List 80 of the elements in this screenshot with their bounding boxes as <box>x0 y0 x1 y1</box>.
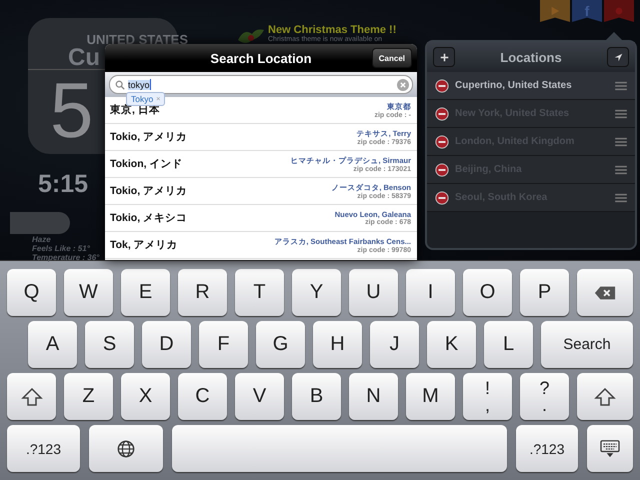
letter-key[interactable]: U <box>349 269 398 316</box>
letter-key[interactable]: S <box>85 321 134 368</box>
letter-key[interactable]: N <box>349 373 398 420</box>
location-name: Cupertino, United States <box>455 80 572 91</box>
country-label: UNITED STATES <box>86 32 188 47</box>
result-name: Tokio, アメリカ <box>110 184 188 198</box>
ribbon-tab[interactable] <box>540 0 570 22</box>
location-row[interactable]: Cupertino, United States <box>427 72 635 100</box>
letter-key[interactable]: E <box>121 269 170 316</box>
keyboard-hide-icon <box>599 440 621 458</box>
numbers-key[interactable]: .?123 <box>7 425 80 472</box>
news-title: New Christmas Theme !! <box>268 24 396 36</box>
search-field[interactable]: tokyo <box>109 75 413 94</box>
flip-digit: 5 <box>50 70 94 150</box>
result-name: Tokio, メキシコ <box>110 211 188 225</box>
popover-title: Locations <box>500 50 562 64</box>
condition-text: Temperature : 36° <box>32 253 100 262</box>
letter-key[interactable]: C <box>178 373 227 420</box>
punctuation-key[interactable]: ? . <box>520 373 569 420</box>
letter-key[interactable]: Z <box>64 373 113 420</box>
letter-key[interactable]: G <box>256 321 305 368</box>
letter-key[interactable]: J <box>370 321 419 368</box>
letter-key[interactable]: I <box>406 269 455 316</box>
letter-key[interactable]: D <box>142 321 191 368</box>
result-name: Tok, アメリカ <box>110 238 178 252</box>
reorder-icon[interactable] <box>615 108 627 118</box>
letter-key[interactable]: M <box>406 373 455 420</box>
add-button[interactable] <box>433 47 455 67</box>
letter-key[interactable]: Y <box>292 269 341 316</box>
letter-key[interactable]: W <box>64 269 113 316</box>
letter-key[interactable]: X <box>121 373 170 420</box>
plus-icon <box>440 52 448 62</box>
reorder-icon[interactable] <box>615 80 627 90</box>
letter-key[interactable]: P <box>520 269 569 316</box>
backspace-key[interactable] <box>577 269 633 316</box>
delete-icon[interactable] <box>435 78 449 92</box>
letter-key[interactable]: R <box>178 269 227 316</box>
condition-text: Haze <box>32 235 52 244</box>
punctuation-key[interactable]: ! , <box>463 373 512 420</box>
letter-key[interactable]: V <box>235 373 284 420</box>
current-location-button[interactable] <box>607 47 629 67</box>
delete-icon[interactable] <box>435 134 449 148</box>
shift-key[interactable] <box>577 373 633 420</box>
globe-icon <box>115 440 137 458</box>
globe-key[interactable] <box>89 425 163 472</box>
dialog-title: Search Location <box>210 50 312 66</box>
letter-key[interactable]: T <box>235 269 284 316</box>
result-name: Tokio, アメリカ <box>110 130 188 144</box>
result-name: Tokion, インド <box>110 157 182 171</box>
dot-icon <box>614 6 624 16</box>
reorder-icon[interactable] <box>615 136 627 146</box>
shift-icon <box>594 388 616 406</box>
numbers-key[interactable]: .?123 <box>516 425 578 472</box>
letter-key[interactable]: A <box>28 321 77 368</box>
shift-icon <box>20 388 42 406</box>
letter-key[interactable]: O <box>463 269 512 316</box>
hide-keyboard-key[interactable] <box>587 425 633 472</box>
shift-key[interactable] <box>7 373 56 420</box>
reorder-icon[interactable] <box>615 192 627 202</box>
delete-icon[interactable] <box>435 106 449 120</box>
reorder-icon[interactable] <box>615 164 627 174</box>
play-icon <box>550 6 560 16</box>
backspace-icon <box>594 284 616 302</box>
letter-key[interactable]: F <box>199 321 248 368</box>
letter-key[interactable]: H <box>313 321 362 368</box>
letter-key[interactable]: K <box>427 321 476 368</box>
search-icon <box>115 80 125 90</box>
pill-shape <box>10 212 70 234</box>
delete-icon[interactable] <box>435 190 449 204</box>
letter-key[interactable]: L <box>484 321 533 368</box>
cancel-button[interactable]: Cancel <box>372 48 412 68</box>
city-label: Cu <box>68 47 100 69</box>
condition-text: Feels Like : 51° <box>32 244 91 253</box>
location-arrow-icon <box>614 52 622 62</box>
time-label: 5:15 <box>38 170 88 199</box>
delete-icon[interactable] <box>435 162 449 176</box>
suggestion-text: Tokyo <box>131 94 154 104</box>
letter-key[interactable]: Q <box>7 269 56 316</box>
letter-key[interactable]: B <box>292 373 341 420</box>
search-key[interactable]: Search <box>541 321 633 368</box>
